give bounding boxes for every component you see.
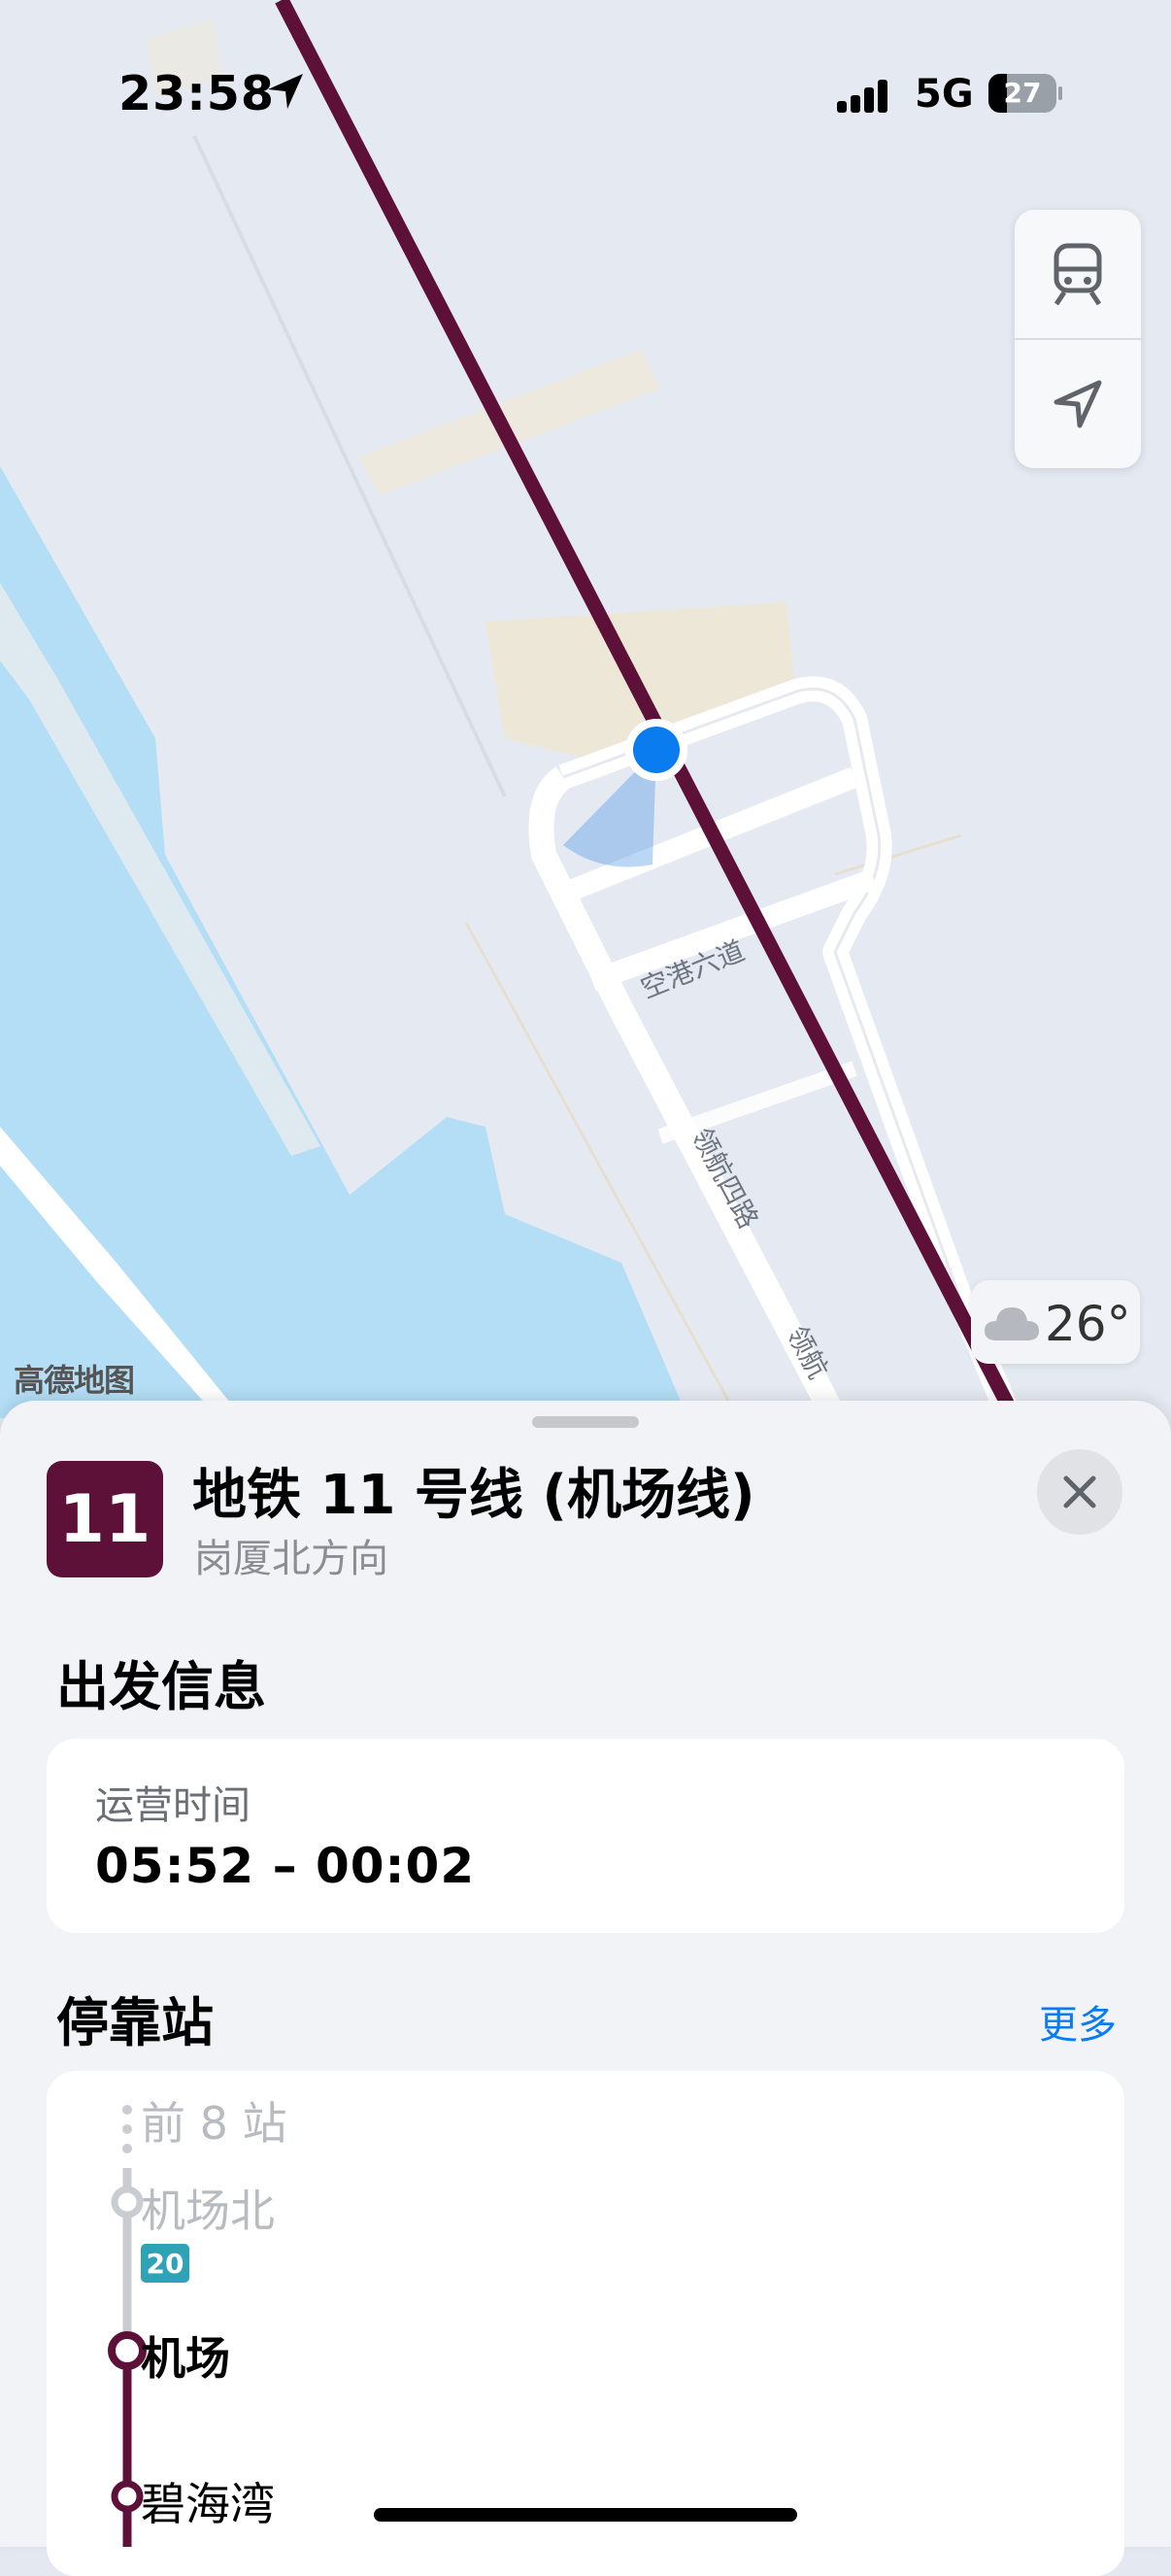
stop-jichangbei[interactable]: 机场北 (141, 2176, 275, 2240)
weather-widget: 26° (971, 1280, 1140, 1364)
operating-hours-card: 运营时间 05:52 – 00:02 (47, 1739, 1124, 1933)
cloud-icon (985, 1307, 1039, 1340)
close-button[interactable] (1037, 1449, 1122, 1535)
network-type: 5G (915, 72, 974, 117)
temperature: 26° (1045, 1296, 1131, 1352)
line-direction: 岗厦北方向 (194, 1537, 388, 1581)
home-indicator[interactable] (374, 2508, 797, 2522)
transfer-line-badge: 20 (141, 2244, 189, 2283)
status-bar: 23:58 5G 27 (0, 0, 1171, 185)
battery-level: 27 (1003, 77, 1042, 109)
locate-me-button[interactable] (1015, 340, 1141, 468)
transit-mode-button[interactable] (1015, 210, 1141, 338)
line-number-badge: 11 (47, 1461, 163, 1577)
close-icon (1063, 1475, 1096, 1508)
departure-section-title: 出发信息 (56, 1656, 266, 1717)
stop-previous[interactable]: 前 8 站 (141, 2088, 287, 2152)
stops-section-title: 停靠站 (56, 1992, 214, 2053)
stop-bihaiwan[interactable]: 碧海湾 (141, 2469, 275, 2533)
operating-hours-label: 运营时间 (95, 1783, 251, 1828)
signal-icon (837, 80, 887, 113)
map-provider-logo: 高德地图 (14, 1362, 135, 1399)
location-arrow-icon (1054, 380, 1102, 428)
sheet-grabber[interactable] (532, 1416, 639, 1428)
map-controls (1015, 210, 1141, 468)
location-services-icon (268, 74, 303, 109)
map-view[interactable]: 空港六道 领航四路 领航 (0, 0, 1171, 1418)
line-name: 地铁 11 号线 (机场线) (192, 1464, 755, 1527)
battery-icon: 27 (988, 74, 1062, 113)
operating-hours-value: 05:52 – 00:02 (95, 1838, 476, 1894)
train-icon (1054, 243, 1102, 306)
status-time: 23:58 (118, 66, 275, 121)
stop-jichang[interactable]: 机场 (141, 2323, 230, 2388)
more-stops-link[interactable]: 更多 (1039, 1993, 1117, 2050)
